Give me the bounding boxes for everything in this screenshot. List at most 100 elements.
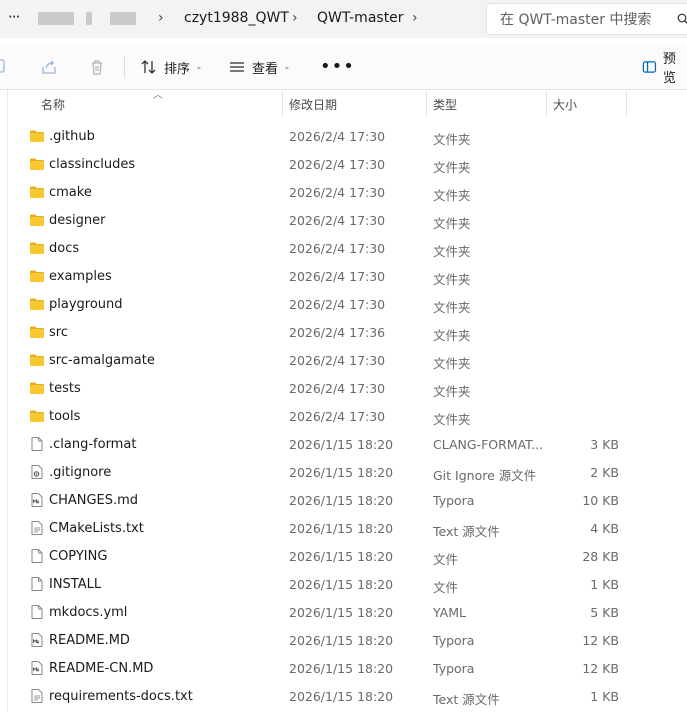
delete-icon[interactable] — [88, 58, 106, 76]
copy-icon[interactable] — [0, 58, 10, 76]
file-type: Text 源文件 — [433, 524, 500, 539]
folder-icon — [29, 380, 45, 396]
file-name: cmake — [49, 185, 92, 200]
column-header-size[interactable]: 大小 — [553, 96, 577, 113]
file-row[interactable]: docs 2026/2/4 17:30 文件夹 — [0, 234, 687, 262]
markdown-file-icon — [29, 660, 45, 676]
file-name: CHANGES.md — [49, 493, 139, 508]
file-modified-date: 2026/2/4 17:30 — [289, 213, 386, 228]
file-name: README-CN.MD — [49, 661, 154, 676]
view-button[interactable]: 查看 ⌄ — [228, 56, 291, 78]
search-icon[interactable] — [677, 13, 687, 25]
file-modified-date: 2026/1/15 18:20 — [289, 605, 394, 620]
preview-pane-button[interactable]: 预览 — [642, 52, 687, 86]
file-row[interactable]: CHANGES.md 2026/1/15 18:20 Typora 10 KB — [0, 486, 687, 514]
folder-icon — [29, 408, 45, 424]
markdown-file-icon — [29, 632, 45, 648]
search-input[interactable] — [500, 10, 660, 30]
file-modified-date: 2026/2/4 17:30 — [289, 409, 386, 424]
file-icon — [29, 548, 45, 564]
file-row[interactable]: tools 2026/2/4 17:30 文件夹 — [0, 402, 687, 430]
file-modified-date: 2026/1/15 18:20 — [289, 521, 394, 536]
chevron-down-icon: ⌄ — [283, 62, 291, 72]
file-type: Typora — [433, 493, 475, 508]
file-row[interactable]: .github 2026/2/4 17:30 文件夹 — [0, 122, 687, 150]
file-modified-date: 2026/2/4 17:30 — [289, 269, 386, 284]
file-modified-date: 2026/2/4 17:30 — [289, 185, 386, 200]
column-header-name[interactable]: 名称 — [41, 96, 65, 113]
breadcrumb-overflow-button[interactable]: ··· — [8, 8, 20, 26]
chevron-right-icon[interactable]: › — [412, 10, 418, 26]
file-row[interactable]: requirements-docs.txt 2026/1/15 18:20 Text… — [0, 682, 687, 710]
file-type: 文件 — [433, 580, 459, 595]
text-file-icon — [29, 520, 45, 536]
file-name: README.MD — [49, 633, 130, 648]
file-type: 文件 — [433, 552, 459, 567]
file-size: 12 KB — [582, 661, 619, 676]
file-type: Typora — [433, 661, 475, 676]
folder-icon — [29, 240, 45, 256]
file-size: 12 KB — [582, 633, 619, 648]
file-row[interactable]: .clang-format 2026/1/15 18:20 CLANG-FORMAT… — [0, 430, 687, 458]
file-modified-date: 2026/1/15 18:20 — [289, 437, 394, 452]
file-row[interactable]: examples 2026/2/4 17:30 文件夹 — [0, 262, 687, 290]
file-row[interactable]: mkdocs.yml 2026/1/15 18:20 YAML 5 KB — [0, 598, 687, 626]
file-name: .gitignore — [49, 465, 112, 480]
sort-ascending-icon: ︿ — [153, 90, 163, 101]
column-header-modified[interactable]: 修改日期 — [289, 96, 337, 113]
share-icon[interactable] — [40, 58, 58, 76]
file-name: playground — [49, 297, 123, 312]
file-type: 文件夹 — [433, 244, 471, 259]
chevron-down-icon: ⌄ — [195, 62, 203, 72]
file-name: .clang-format — [49, 437, 137, 452]
file-type: Typora — [433, 633, 475, 648]
file-row[interactable]: classincludes 2026/2/4 17:30 文件夹 — [0, 150, 687, 178]
file-name: requirements-docs.txt — [49, 689, 193, 704]
file-modified-date: 2026/1/15 18:20 — [289, 577, 394, 592]
column-resize-handle[interactable] — [282, 91, 283, 118]
file-modified-date: 2026/1/15 18:20 — [289, 549, 394, 564]
file-size: 1 KB — [590, 689, 619, 704]
folder-icon — [29, 296, 45, 312]
file-type: 文件夹 — [433, 300, 471, 315]
column-header: ︿ 名称 修改日期 类型 大小 — [0, 90, 687, 118]
markdown-file-icon — [29, 492, 45, 508]
file-row[interactable]: cmake 2026/2/4 17:30 文件夹 — [0, 178, 687, 206]
redacted-breadcrumb-segment[interactable] — [38, 12, 138, 26]
file-row[interactable]: playground 2026/2/4 17:30 文件夹 — [0, 290, 687, 318]
file-modified-date: 2026/2/4 17:30 — [289, 129, 386, 144]
file-row[interactable]: src-amalgamate 2026/2/4 17:30 文件夹 — [0, 346, 687, 374]
column-resize-handle[interactable] — [626, 91, 627, 118]
sort-button[interactable]: 排序 ⌄ — [140, 56, 203, 78]
file-row[interactable]: designer 2026/2/4 17:30 文件夹 — [0, 206, 687, 234]
file-row[interactable]: CMakeLists.txt 2026/1/15 18:20 Text 源文件 4 K… — [0, 514, 687, 542]
file-row[interactable]: .gitignore 2026/1/15 18:20 Git Ignore 源文件 2… — [0, 458, 687, 486]
column-resize-handle[interactable] — [546, 91, 547, 118]
file-type: 文件夹 — [433, 160, 471, 175]
file-row[interactable]: tests 2026/2/4 17:30 文件夹 — [0, 374, 687, 402]
preview-pane-icon — [642, 61, 657, 73]
chevron-right-icon[interactable]: › — [158, 10, 164, 26]
file-modified-date: 2026/2/4 17:30 — [289, 241, 386, 256]
file-row[interactable]: README.MD 2026/1/15 18:20 Typora 12 KB — [0, 626, 687, 654]
file-row[interactable]: COPYING 2026/1/15 18:20 文件 28 KB — [0, 542, 687, 570]
breadcrumb-item-qwt-master[interactable]: QWT-master — [317, 10, 404, 26]
file-modified-date: 2026/1/15 18:20 — [289, 689, 394, 704]
chevron-right-icon[interactable]: › — [292, 10, 298, 26]
file-size: 3 KB — [590, 437, 619, 452]
more-options-button[interactable]: ••• — [320, 56, 355, 77]
folder-icon — [29, 128, 45, 144]
file-row[interactable]: INSTALL 2026/1/15 18:20 文件 1 KB — [0, 570, 687, 598]
file-name: CMakeLists.txt — [49, 521, 144, 536]
column-header-type[interactable]: 类型 — [433, 96, 457, 113]
folder-icon — [29, 268, 45, 284]
search-box[interactable] — [486, 3, 687, 35]
file-modified-date: 2026/1/15 18:20 — [289, 465, 394, 480]
column-resize-handle[interactable] — [426, 91, 427, 118]
file-size: 28 KB — [582, 549, 619, 564]
file-modified-date: 2026/2/4 17:36 — [289, 325, 386, 340]
file-row[interactable]: src 2026/2/4 17:36 文件夹 — [0, 318, 687, 346]
file-row[interactable]: README-CN.MD 2026/1/15 18:20 Typora 12 KB — [0, 654, 687, 682]
file-size: 1 KB — [590, 577, 619, 592]
breadcrumb-item-czyt1988-qwt[interactable]: czyt1988_QWT — [184, 10, 289, 26]
